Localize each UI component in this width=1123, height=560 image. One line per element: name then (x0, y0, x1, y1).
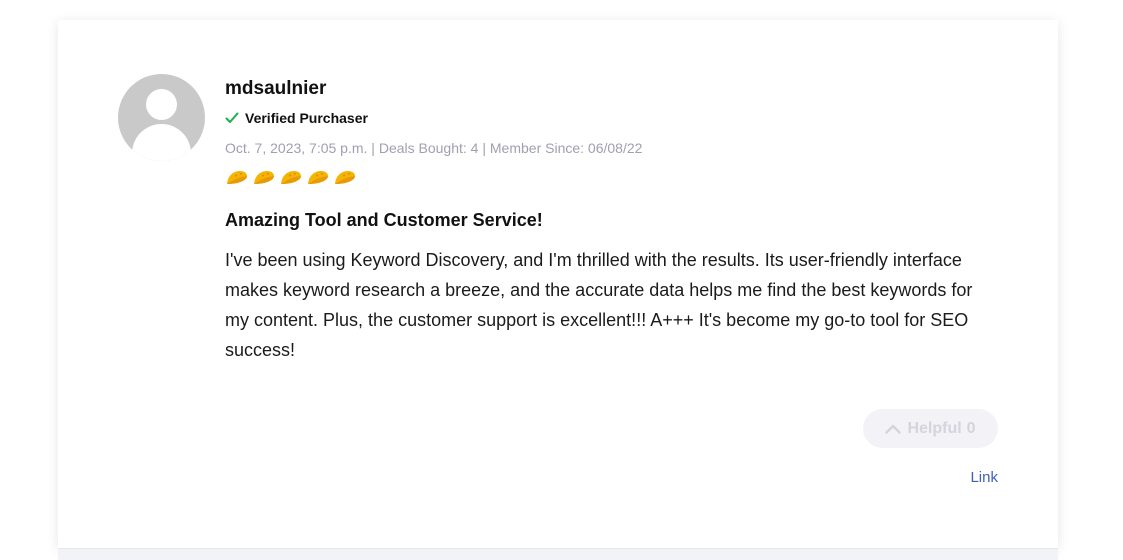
helpful-button[interactable]: Helpful 0 (863, 409, 998, 448)
helpful-count: 0 (966, 419, 976, 437)
verified-label: Verified Purchaser (245, 110, 368, 126)
member-since: Member Since: 06/08/22 (489, 140, 643, 156)
chevron-up-icon (885, 424, 902, 434)
deals-bought: Deals Bought: 4 (378, 140, 479, 156)
taco-icon (306, 169, 330, 192)
helpful-label: Helpful (907, 419, 962, 437)
review-date: Oct. 7, 2023, 7:05 p.m. (225, 140, 368, 156)
review-body: I've been using Keyword Discovery, and I… (225, 250, 973, 360)
review-permalink[interactable]: Link (963, 468, 998, 488)
next-card-edge (58, 548, 1058, 560)
verified-purchaser-badge: Verified Purchaser (225, 108, 1005, 128)
meta-separator: | (478, 140, 490, 156)
review-content: mdsaulnier Verified Purchaser Oct. 7, 20… (225, 76, 1005, 365)
review-meta: Oct. 7, 2023, 7:05 p.m. | Deals Bought: … (225, 138, 1005, 158)
taco-icon (333, 169, 357, 192)
avatar (118, 74, 205, 161)
taco-rating (225, 169, 1005, 191)
taco-icon (279, 169, 303, 192)
taco-icon (252, 169, 276, 192)
reviewer-username: mdsaulnier (225, 78, 327, 99)
avatar-body-shape (132, 124, 191, 161)
check-icon (225, 112, 239, 123)
avatar-head-shape (146, 89, 177, 120)
taco-icon (225, 169, 249, 192)
review-title: Amazing Tool and Customer Service! (225, 210, 543, 230)
meta-separator: | (367, 140, 379, 156)
review-card: mdsaulnier Verified Purchaser Oct. 7, 20… (58, 20, 1058, 548)
